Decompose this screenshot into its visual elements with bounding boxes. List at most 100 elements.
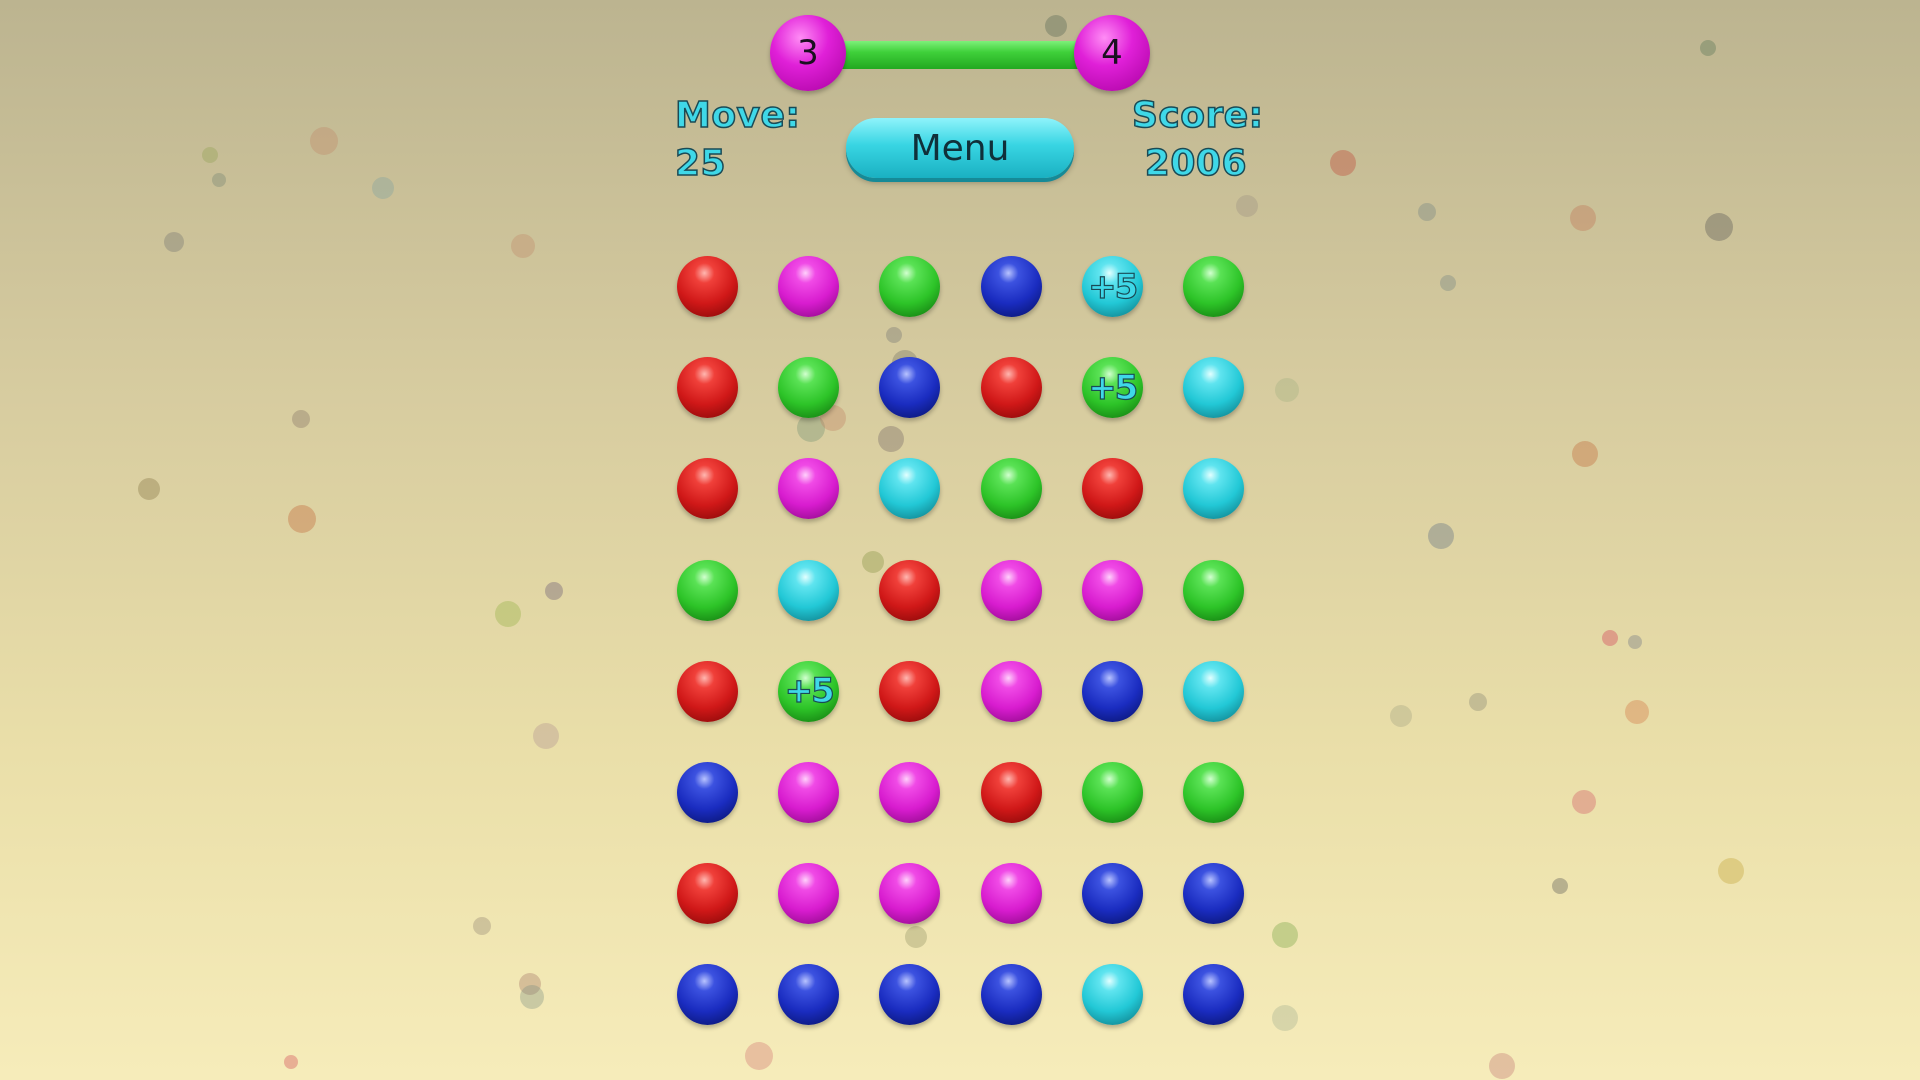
background-bubble	[533, 723, 559, 749]
background-bubble	[520, 985, 544, 1009]
bonus-label: +5	[1088, 367, 1139, 408]
ball-red[interactable]	[879, 559, 941, 621]
background-bubble	[1602, 630, 1618, 646]
ball-magenta[interactable]	[778, 863, 840, 925]
ball-blue[interactable]	[778, 964, 840, 1026]
ball-magenta[interactable]	[879, 761, 941, 823]
ball-magenta[interactable]	[980, 660, 1042, 722]
ball-blue[interactable]	[879, 964, 941, 1026]
background-bubble	[1700, 40, 1716, 56]
ball-cyan[interactable]	[778, 559, 840, 621]
background-bubble	[1572, 790, 1596, 814]
ball-red[interactable]	[677, 357, 738, 419]
background-bubble	[1418, 203, 1436, 221]
ball-red[interactable]	[879, 660, 941, 722]
ball-cyan[interactable]	[1081, 964, 1143, 1026]
background-bubble	[745, 1042, 773, 1070]
background-bubble	[310, 127, 338, 155]
ball-cyan[interactable]: +5	[1081, 256, 1143, 317]
background-bubble	[138, 478, 160, 500]
background-bubble	[1330, 150, 1356, 176]
ball-magenta[interactable]	[1081, 559, 1143, 621]
ball-red[interactable]	[677, 863, 738, 925]
ball-green[interactable]	[677, 559, 738, 621]
background-bubble	[1552, 878, 1568, 894]
background-bubble	[1570, 205, 1596, 231]
menu-button[interactable]: Menu	[846, 118, 1074, 178]
background-bubble	[1236, 195, 1258, 217]
background-bubble	[288, 505, 316, 533]
background-bubble	[292, 410, 310, 428]
ball-blue[interactable]	[1182, 964, 1244, 1026]
ball-green[interactable]	[1182, 761, 1244, 823]
ball-magenta[interactable]	[778, 256, 840, 317]
background-bubble	[1469, 693, 1487, 711]
background-bubble	[1428, 523, 1454, 549]
move-label: Move:	[674, 94, 801, 137]
ball-green[interactable]	[980, 458, 1042, 520]
background-bubble	[1390, 705, 1412, 727]
background-bubble	[1625, 700, 1649, 724]
ball-green[interactable]	[1081, 761, 1143, 823]
ball-green[interactable]: +5	[778, 660, 840, 722]
ball-cyan[interactable]	[1182, 357, 1244, 419]
background-bubble	[1628, 635, 1642, 649]
ball-blue[interactable]	[677, 964, 738, 1026]
background-bubble	[202, 147, 218, 163]
background-bubble	[1718, 858, 1744, 884]
background-bubble	[1272, 1005, 1298, 1031]
ball-green[interactable]	[1182, 559, 1244, 621]
current-level-badge: 3	[770, 15, 846, 91]
move-counter: 25	[674, 142, 727, 185]
background-bubble	[212, 173, 226, 187]
ball-magenta[interactable]	[980, 559, 1042, 621]
background-bubble	[372, 177, 394, 199]
background-bubble	[164, 232, 184, 252]
ball-magenta[interactable]	[879, 863, 941, 925]
ball-magenta[interactable]	[778, 458, 840, 520]
background-bubble	[1489, 1053, 1515, 1079]
score-counter: 2006	[1144, 142, 1247, 185]
background-bubble	[1272, 922, 1298, 948]
bonus-label: +5	[1088, 266, 1139, 307]
ball-red[interactable]	[1081, 458, 1143, 520]
background-bubble	[519, 973, 541, 995]
ball-magenta[interactable]	[778, 761, 840, 823]
background-bubble	[1572, 441, 1598, 467]
background-bubble	[511, 234, 535, 258]
ball-green[interactable]	[879, 256, 941, 317]
background-bubble	[545, 582, 563, 600]
background-bubble	[495, 601, 521, 627]
ball-blue[interactable]	[1182, 863, 1244, 925]
ball-magenta[interactable]	[980, 863, 1042, 925]
ball-green[interactable]: +5	[1081, 357, 1143, 419]
ball-red[interactable]	[980, 357, 1042, 419]
level-progress-bar: 3 4	[770, 15, 1150, 93]
ball-grid: +5 +5 +5	[677, 256, 1247, 1026]
ball-red[interactable]	[677, 458, 738, 520]
background-bubble	[473, 917, 491, 935]
score-label: Score:	[1131, 94, 1264, 137]
ball-blue[interactable]	[677, 761, 738, 823]
background-bubble	[1440, 275, 1456, 291]
ball-cyan[interactable]	[1182, 660, 1244, 722]
ball-green[interactable]	[1182, 256, 1244, 317]
background-bubble	[284, 1055, 298, 1069]
bonus-label: +5	[784, 671, 835, 712]
background-bubble	[1275, 378, 1299, 402]
ball-red[interactable]	[980, 761, 1042, 823]
ball-blue[interactable]	[980, 964, 1042, 1026]
ball-blue[interactable]	[980, 256, 1042, 317]
level-progress-track	[806, 41, 1114, 69]
ball-blue[interactable]	[1081, 863, 1143, 925]
ball-cyan[interactable]	[879, 458, 941, 520]
ball-red[interactable]	[677, 256, 738, 317]
ball-blue[interactable]	[879, 357, 941, 419]
level-progress-fill	[806, 41, 1114, 69]
ball-cyan[interactable]	[1182, 458, 1244, 520]
ball-blue[interactable]	[1081, 660, 1143, 722]
ball-red[interactable]	[677, 660, 738, 722]
background-bubble	[1705, 213, 1733, 241]
ball-green[interactable]	[778, 357, 840, 419]
next-level-badge: 4	[1074, 15, 1150, 91]
